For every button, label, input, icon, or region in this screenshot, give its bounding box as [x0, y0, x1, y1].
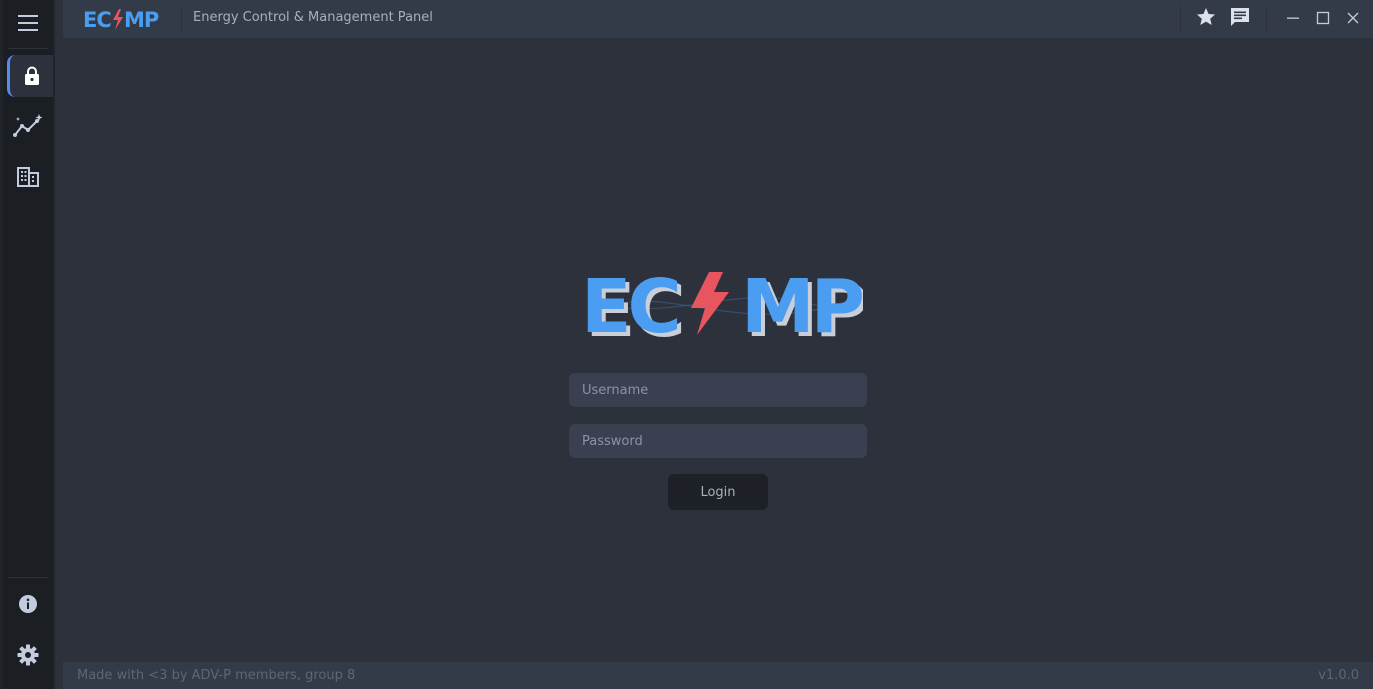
sidebar-item-analytics[interactable]	[3, 105, 53, 147]
svg-text:EC: EC	[83, 8, 111, 32]
svg-text:EC: EC	[581, 270, 678, 340]
login-button[interactable]: Login	[668, 474, 768, 510]
favorites-button[interactable]	[1191, 4, 1221, 34]
maximize-icon	[1316, 10, 1330, 29]
title-separator	[1180, 6, 1181, 32]
title-separator	[1266, 6, 1267, 32]
sidebar-item-login[interactable]	[7, 55, 53, 97]
credit-text: Made with <3 by ADV-P members, group 8	[77, 668, 356, 683]
app-logo: EC MP	[83, 6, 165, 32]
title-bar[interactable]: EC MP Energy Control & Management Panel	[63, 0, 1373, 38]
left-sidebar	[0, 0, 55, 689]
version-label: v1.0.0	[1318, 668, 1359, 683]
sidebar-divider	[8, 48, 48, 49]
sidebar-divider	[8, 577, 48, 578]
title-separator	[181, 6, 182, 32]
star-icon	[1196, 7, 1216, 31]
login-page: EC EC MP MP Login	[63, 38, 1373, 660]
svg-text:MP: MP	[124, 8, 159, 32]
close-button[interactable]	[1338, 4, 1368, 34]
minimize-icon	[1286, 10, 1300, 29]
messages-button[interactable]	[1225, 4, 1255, 34]
username-input[interactable]	[569, 373, 867, 407]
minimize-button[interactable]	[1278, 4, 1308, 34]
svg-text:MP: MP	[741, 270, 863, 340]
maximize-button[interactable]	[1308, 4, 1338, 34]
chart-line-icon	[13, 113, 43, 139]
app-window: EC MP Energy Control & Management Panel	[0, 0, 1373, 689]
close-icon	[1346, 10, 1360, 29]
password-input[interactable]	[569, 424, 867, 458]
sidebar-item-buildings[interactable]	[3, 156, 53, 198]
chat-icon	[1229, 7, 1251, 31]
building-icon	[17, 166, 39, 188]
status-bar: Made with <3 by ADV-P members, group 8 v…	[63, 662, 1373, 689]
menu-toggle-button[interactable]	[3, 2, 53, 44]
app-title: Energy Control & Management Panel	[193, 10, 433, 25]
lock-icon	[23, 66, 41, 86]
info-button[interactable]	[3, 583, 53, 625]
menu-icon	[17, 13, 39, 33]
ecmp-logo: EC EC MP MP	[581, 264, 871, 354]
settings-button[interactable]	[3, 634, 53, 676]
info-icon	[18, 594, 38, 614]
gear-icon	[17, 644, 39, 666]
